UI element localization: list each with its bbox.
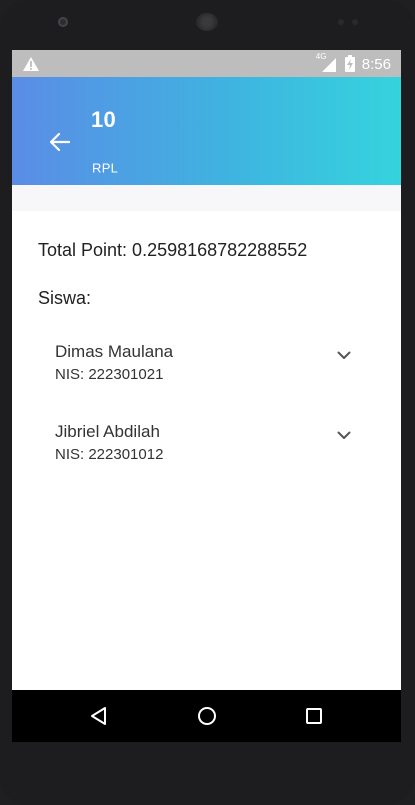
arrow-left-icon bbox=[50, 133, 70, 151]
page-title: 10 bbox=[91, 107, 117, 132]
device-frame: 4G 8:56 10 RPL Total Point: 0.2598168782… bbox=[0, 0, 415, 805]
header-divider bbox=[12, 185, 401, 211]
status-time: 8:56 bbox=[361, 55, 391, 73]
signal-icon: 4G bbox=[316, 52, 338, 73]
system-nav-bar bbox=[12, 690, 401, 742]
battery-icon bbox=[344, 55, 355, 72]
total-point-text: Total Point: 0.2598168782288552 bbox=[38, 240, 308, 260]
status-bar: 4G 8:56 bbox=[12, 50, 401, 77]
student-name: Dimas Maulana bbox=[55, 342, 174, 361]
chevron-down-icon bbox=[337, 431, 351, 439]
front-camera bbox=[58, 17, 68, 27]
student-nis: NIS: 222301021 bbox=[55, 366, 164, 383]
nav-home-button[interactable] bbox=[194, 703, 220, 729]
expand-button[interactable] bbox=[334, 345, 354, 365]
light-sensor bbox=[352, 19, 358, 25]
students-heading: Siswa: bbox=[38, 288, 92, 308]
student-name: Jibriel Abdilah bbox=[55, 422, 160, 441]
student-nis: NIS: 222301012 bbox=[55, 446, 164, 463]
expand-button[interactable] bbox=[334, 425, 354, 445]
nav-back-button[interactable] bbox=[86, 703, 112, 729]
student-item[interactable]: Dimas Maulana NIS: 222301021 bbox=[12, 342, 401, 406]
app-bar: 10 RPL bbox=[12, 77, 401, 185]
nav-recents-button[interactable] bbox=[301, 703, 327, 729]
back-triangle-icon bbox=[91, 707, 106, 725]
recents-square-icon bbox=[306, 708, 322, 724]
warning-icon bbox=[23, 57, 39, 71]
earpiece-speaker bbox=[196, 13, 218, 31]
screen: 4G 8:56 10 RPL Total Point: 0.2598168782… bbox=[12, 50, 401, 742]
back-button[interactable] bbox=[45, 127, 75, 157]
status-icons: 4G 8:56 bbox=[316, 52, 391, 74]
chevron-down-icon bbox=[337, 351, 351, 359]
page-subtitle: RPL bbox=[92, 160, 119, 176]
home-circle-icon bbox=[198, 707, 216, 725]
proximity-sensor bbox=[338, 19, 344, 25]
student-item[interactable]: Jibriel Abdilah NIS: 222301012 bbox=[12, 422, 401, 486]
